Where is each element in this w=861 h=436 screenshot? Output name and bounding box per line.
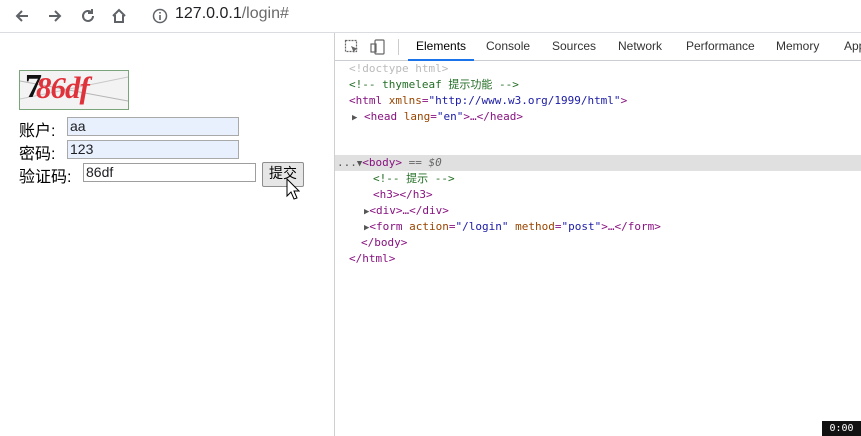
back-icon[interactable] (10, 4, 34, 28)
dom-line-body[interactable]: ...▼<body> == $0 (337, 155, 442, 171)
dom-line-div[interactable]: ▶<div>…</div> (364, 203, 449, 219)
captcha-image[interactable]: 7 86df (19, 70, 129, 110)
address-bar[interactable]: 127.0.0.1/login# (175, 5, 289, 23)
code-input[interactable]: 86df (83, 163, 256, 182)
form-attr-action: action (409, 220, 449, 233)
html-close-tag: </html> (349, 252, 396, 265)
page-viewport: 7 86df 账户: aa 密码: 123 验证码: 86df 提交 (0, 33, 334, 436)
form-tag: <form (369, 220, 410, 233)
recording-timer: 0:00 (822, 421, 861, 436)
dom-line-head[interactable]: ▶ <head lang="en">…</head> (352, 109, 523, 125)
tab-memory[interactable]: Memory (776, 33, 819, 60)
code-label: 验证码: (19, 169, 72, 186)
password-input[interactable]: 123 (67, 140, 239, 159)
head-attr-value: "en" (436, 110, 464, 123)
inspect-icon[interactable] (343, 38, 361, 56)
devtools-panel: Elements Console Sources Network Perform… (335, 33, 861, 436)
node-actions-icon[interactable]: ... (337, 156, 357, 169)
html-tag: <html (349, 94, 389, 107)
expand-triangle-icon[interactable]: ▶ (352, 113, 357, 123)
devtools-tabbar: Elements Console Sources Network Perform… (335, 33, 861, 61)
body-selection-marker: == $0 (402, 156, 442, 169)
dom-line-html[interactable]: <html xmlns="http://www.w3.org/1999/html… (349, 93, 627, 109)
dom-line-h3[interactable]: <h3></h3> (373, 187, 433, 203)
reload-icon[interactable] (76, 4, 100, 28)
password-label: 密码: (19, 146, 56, 163)
captcha-text: 86df (36, 70, 90, 105)
account-input[interactable]: aa (67, 117, 239, 136)
home-icon[interactable] (107, 4, 131, 28)
tab-console[interactable]: Console (486, 33, 530, 60)
info-icon[interactable] (150, 6, 170, 26)
head-tag: <head (364, 110, 404, 123)
doctype-text: <!doctype html> (349, 62, 449, 75)
browser-toolbar: 127.0.0.1/login# (0, 0, 861, 33)
comment2-text: <!-- 提示 --> (373, 172, 455, 185)
tab-elements[interactable]: Elements (407, 33, 475, 61)
form-attr-method: method (515, 220, 555, 233)
h3-tag: <h3></h3> (373, 188, 433, 201)
url-host: 127.0.0.1 (175, 5, 242, 22)
tab-separator (398, 39, 399, 55)
device-toolbar-icon[interactable] (369, 38, 387, 56)
account-label: 账户: (19, 123, 56, 140)
html-attr-value: "http://www.w3.org/1999/html" (428, 94, 621, 107)
dom-line-comment[interactable]: <!-- thymeleaf 提示功能 --> (349, 77, 519, 93)
dom-line-doctype[interactable]: <!doctype html> (349, 61, 448, 77)
dom-line-html-close[interactable]: </html> (349, 251, 395, 267)
url-path: /login# (241, 5, 289, 22)
head-attr: lang (403, 110, 431, 123)
form-rest: >…</form> (601, 220, 661, 233)
tab-application[interactable]: App (844, 33, 861, 60)
div-tag: <div>…</div> (369, 204, 449, 217)
tab-sources[interactable]: Sources (552, 33, 596, 60)
tab-network[interactable]: Network (618, 33, 662, 60)
tab-performance[interactable]: Performance (686, 33, 755, 60)
html-attr: xmlns (388, 94, 422, 107)
body-close-tag: </body> (361, 236, 408, 249)
dom-line-comment2[interactable]: <!-- 提示 --> (373, 171, 455, 187)
dom-line-body-close[interactable]: </body> (361, 235, 407, 251)
form-action-value: "/login" (455, 220, 509, 233)
forward-icon[interactable] (43, 4, 67, 28)
body-tag: <body> (362, 156, 403, 169)
form-method-value: "post" (561, 220, 602, 233)
dom-line-form[interactable]: ▶<form action="/login" method="post">…</… (364, 219, 661, 235)
head-rest: >…</head> (463, 110, 524, 123)
mouse-cursor-icon (286, 178, 300, 200)
comment-text: <!-- thymeleaf 提示功能 --> (349, 78, 519, 91)
